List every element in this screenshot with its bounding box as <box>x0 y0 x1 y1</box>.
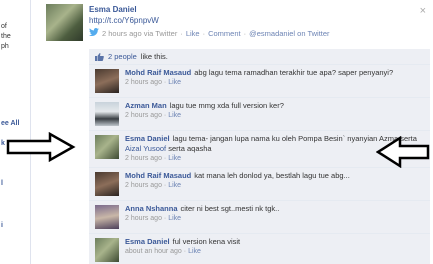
commenter-name[interactable]: Anna Nshanna <box>125 204 178 213</box>
comment-link[interactable]: Comment <box>208 29 241 39</box>
sidebar-see-all-link[interactable]: ee All <box>1 119 19 128</box>
comment-text: serta aqasha <box>168 144 212 153</box>
comment-text: abg lagu tema ramadhan terakhir tue apa?… <box>194 68 394 77</box>
comment-item: Mohd Raif Masaud abg lagu tema ramadhan t… <box>89 65 430 98</box>
mention-link[interactable]: Aizal Yusoof <box>125 144 166 153</box>
commenter-name[interactable]: Mohd Raif Masaud <box>125 171 191 180</box>
commenter-avatar[interactable] <box>95 135 119 159</box>
post-meta: 2 hours ago via Twitter · Like · Comment… <box>89 28 429 39</box>
comment-like-link[interactable]: Like <box>168 79 181 86</box>
likers-link[interactable]: 2 people <box>108 52 137 61</box>
sidebar-text: of <box>1 23 7 30</box>
post-time: 2 hours ago via Twitter <box>102 28 178 38</box>
sidebar-link[interactable]: k <box>1 139 5 148</box>
right-arrow-icon <box>6 132 76 162</box>
comment-time: 2 hours ago <box>125 112 162 119</box>
comment-item: Esma Daniel ful version kena visit about … <box>89 234 430 264</box>
commenter-avatar[interactable] <box>95 205 119 229</box>
post-author-name[interactable]: Esma Daniel <box>89 4 429 15</box>
twitter-source-link[interactable]: @esmadaniel on Twitter <box>249 29 329 39</box>
commenter-name[interactable]: Mohd Raif Masaud <box>125 68 191 77</box>
comment-text: kat mana leh donlod ya, bestlah lagu tue… <box>194 171 350 180</box>
commenter-avatar[interactable] <box>95 102 119 126</box>
comment-time: 2 hours ago <box>125 155 162 162</box>
likes-bar: 2 people like this. <box>89 49 430 65</box>
commenter-name[interactable]: Esma Daniel <box>125 237 170 246</box>
sidebar-link[interactable]: i <box>1 221 3 230</box>
comment-like-link[interactable]: Like <box>168 112 181 119</box>
comment-like-link[interactable]: Like <box>168 182 181 189</box>
thumbs-up-icon <box>95 52 104 61</box>
post-link[interactable]: http://t.co/Y6pnpvW <box>89 15 429 26</box>
comment-item: Azman Man lagu tue mmg xda full version k… <box>89 98 430 131</box>
commenter-name[interactable]: Azman Man <box>125 101 167 110</box>
like-link[interactable]: Like <box>186 29 200 39</box>
commenter-avatar[interactable] <box>95 238 119 262</box>
commenter-name[interactable]: Esma Daniel <box>125 134 170 143</box>
left-arrow-icon <box>376 136 430 168</box>
comment-time: about an hour ago <box>125 248 182 255</box>
comment-time: 2 hours ago <box>125 182 162 189</box>
close-icon[interactable]: × <box>420 6 426 17</box>
comment-item: Anna Nshanna citer ni best sgt..mesti nk … <box>89 201 430 234</box>
comment-text: citer ni best sgt..mesti nk tgk.. <box>180 204 280 213</box>
comment-item: Mohd Raif Masaud kat mana leh donlod ya, … <box>89 168 430 201</box>
comment-like-link[interactable]: Like <box>168 215 181 222</box>
sidebar-text: the <box>1 33 11 40</box>
comment-text: ful version kena visit <box>172 237 241 246</box>
comment-text: lagu tue mmg xda full version ker? <box>169 101 284 110</box>
post-body: Esma Daniel http://t.co/Y6pnpvW 2 hours … <box>89 4 429 39</box>
sidebar-link[interactable]: l <box>1 179 3 188</box>
twitter-bird-icon <box>89 28 99 39</box>
comment-like-link[interactable]: Like <box>188 248 201 255</box>
sidebar-text: ph <box>1 43 9 50</box>
post-author-avatar[interactable] <box>46 4 83 41</box>
comment-time: 2 hours ago <box>125 215 162 222</box>
commenter-avatar[interactable] <box>95 69 119 93</box>
comment-like-link[interactable]: Like <box>168 155 181 162</box>
commenter-avatar[interactable] <box>95 172 119 196</box>
likes-suffix: like this. <box>140 52 168 61</box>
comment-time: 2 hours ago <box>125 79 162 86</box>
